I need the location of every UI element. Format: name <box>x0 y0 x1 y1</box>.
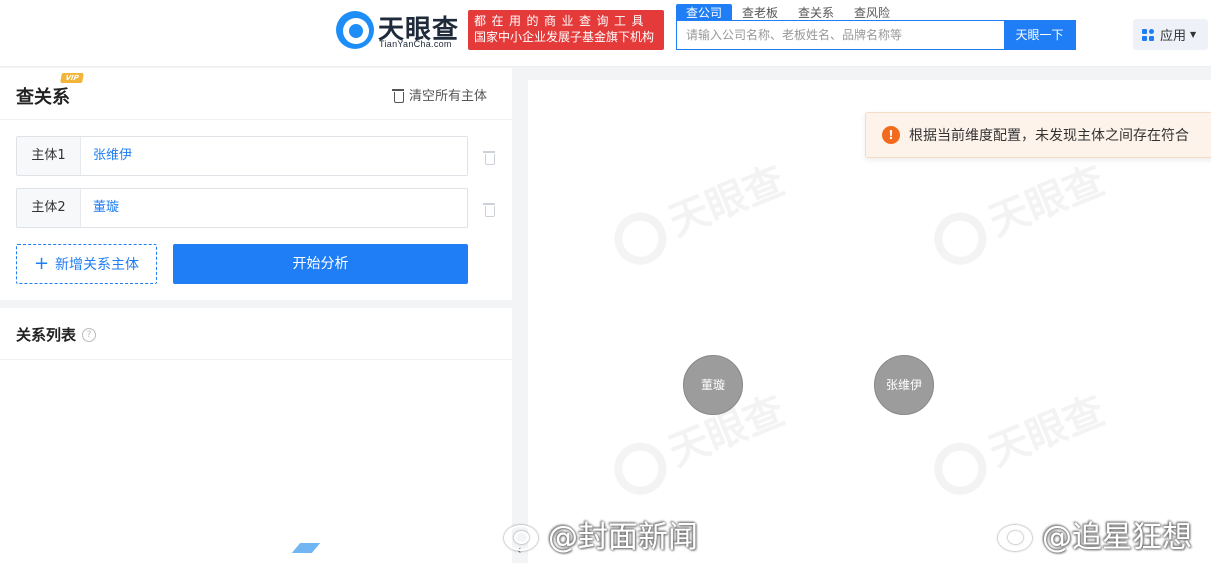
no-relation-alert: ! 根据当前维度配置，未发现主体之间存在符合 <box>865 112 1211 158</box>
caret-down-icon: ▼ <box>1190 30 1197 39</box>
vip-badge: VIP <box>60 73 84 83</box>
relation-query-panel: 查关系 VIP 清空所有主体 主体1 张维伊 主体2 董璇 + 新增关系主体 开… <box>0 68 512 300</box>
page-title: 查关系 <box>16 87 70 108</box>
apps-label: 应用 <box>1160 29 1187 44</box>
watermark: 天眼查 <box>923 149 1113 273</box>
entity-label: 主体1 <box>17 137 81 175</box>
search-button[interactable]: 天眼一下 <box>1004 21 1075 49</box>
collapse-panel-icon[interactable]: ‹ <box>513 540 525 560</box>
slogan-line-1: 都在用的商业查询工具 <box>474 14 650 28</box>
entity-input-1[interactable]: 张维伊 <box>93 137 132 175</box>
relation-list-panel: 关系列表 ? <box>0 308 512 563</box>
apps-button[interactable]: 应用 ▼ <box>1133 19 1208 50</box>
divider <box>0 119 512 120</box>
trash-icon <box>392 88 404 103</box>
decorative-shape <box>291 543 321 553</box>
help-icon[interactable]: ? <box>82 327 97 342</box>
graph-node-zhangweiyi[interactable]: 张维伊 <box>874 355 934 415</box>
slogan-line-2: 国家中小企业发展子基金旗下机构 <box>474 30 655 44</box>
search-tabs: 查公司 查老板 查关系 查风险 <box>676 2 900 22</box>
start-analysis-button[interactable]: 开始分析 <box>173 244 468 284</box>
relation-list-title: 关系列表 ? <box>16 324 97 345</box>
eye-logo-icon <box>336 11 374 49</box>
search-input[interactable] <box>677 21 1004 49</box>
entity-row-1: 主体1 张维伊 <box>16 136 468 176</box>
add-entity-button[interactable]: + 新增关系主体 <box>16 244 157 284</box>
divider <box>0 359 512 360</box>
slogan-banner[interactable]: 都在用的商业查询工具 国家中小企业发展子基金旗下机构 <box>468 10 664 50</box>
entity-input-2[interactable]: 董璇 <box>93 189 119 227</box>
relation-graph-canvas[interactable]: 天眼查 天眼查 天眼查 天眼查 ! 根据当前维度配置，未发现主体之间存在符合 董… <box>528 80 1211 563</box>
trash-icon <box>483 150 495 165</box>
delete-entity-2-icon[interactable] <box>483 201 495 217</box>
relation-list-label: 关系列表 <box>16 326 77 344</box>
apps-grid-icon <box>1142 28 1154 41</box>
tianyancha-logo[interactable]: 天眼查 TianYanCha.com <box>336 11 464 51</box>
top-header: 天眼查 TianYanCha.com 都在用的商业查询工具 国家中小企业发展子基… <box>0 0 1211 67</box>
search-box: 天眼一下 <box>676 20 1076 50</box>
graph-node-dongxuan[interactable]: 董璇 <box>683 355 743 415</box>
entity-label: 主体2 <box>17 189 81 227</box>
entity-row-2: 主体2 董璇 <box>16 188 468 228</box>
plus-icon: + <box>33 253 50 274</box>
trash-icon <box>483 202 495 217</box>
watermark: 天眼查 <box>923 379 1113 503</box>
clear-all-button[interactable]: 清空所有主体 <box>392 85 487 104</box>
delete-entity-1-icon[interactable] <box>483 149 495 165</box>
alert-text: 根据当前维度配置，未发现主体之间存在符合 <box>909 128 1189 144</box>
logo-subtext: TianYanCha.com <box>379 39 452 49</box>
watermark: 天眼查 <box>603 149 793 273</box>
clear-all-label: 清空所有主体 <box>409 89 488 104</box>
warning-icon: ! <box>882 126 900 144</box>
add-entity-label: 新增关系主体 <box>55 257 140 273</box>
